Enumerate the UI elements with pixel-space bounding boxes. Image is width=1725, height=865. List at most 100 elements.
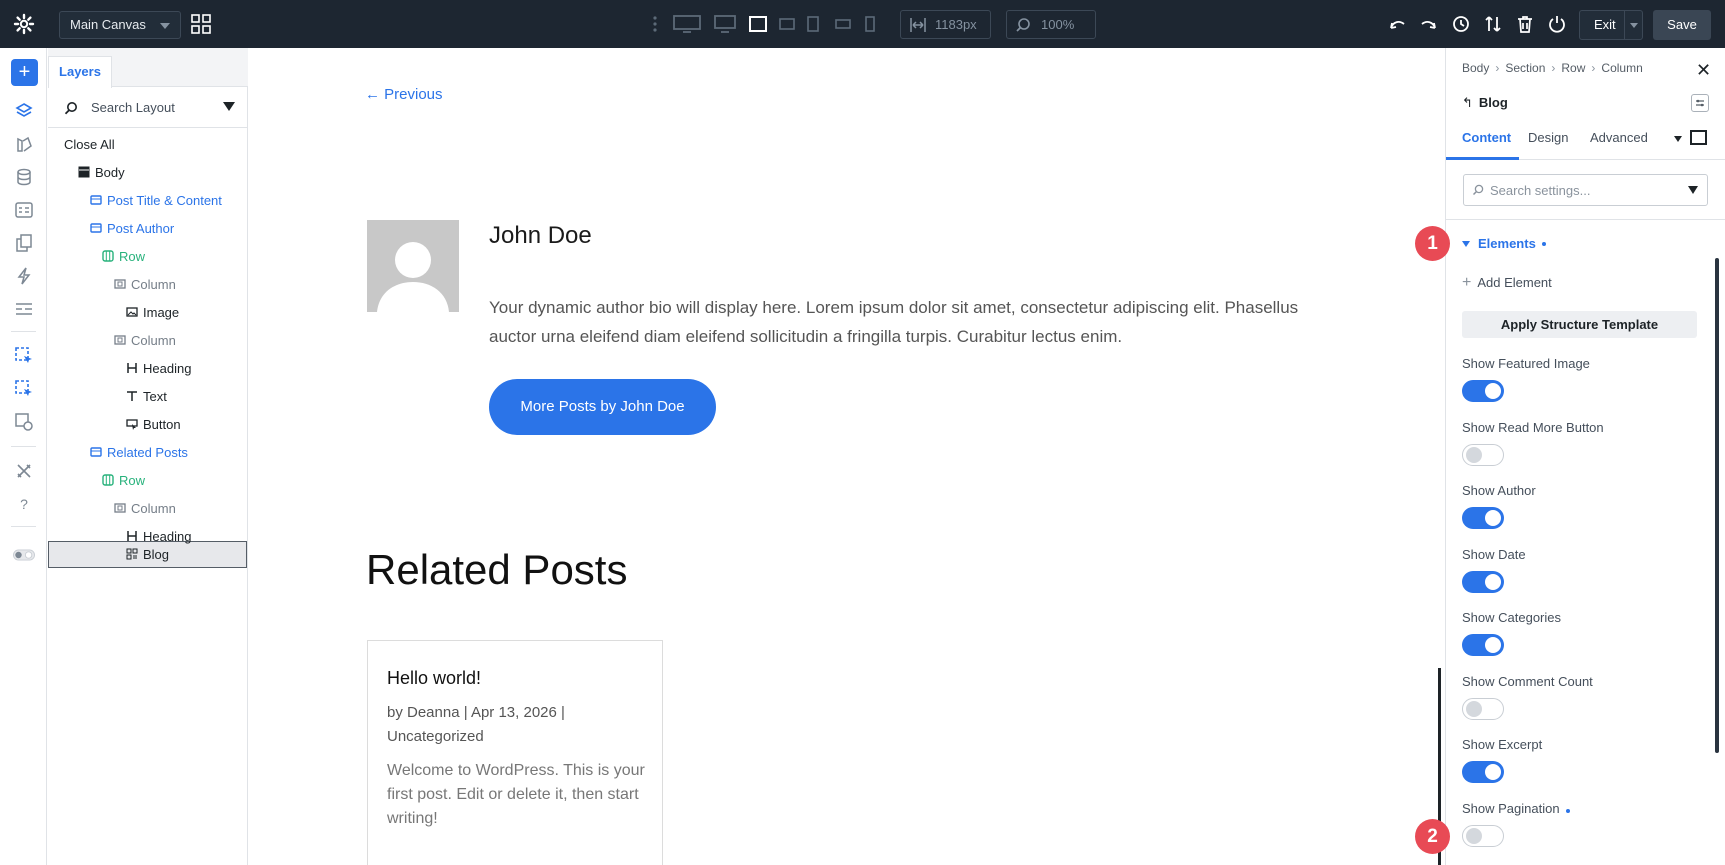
add-element-button[interactable]: + Add Element — [1462, 274, 1552, 292]
close-all-button[interactable]: Close All — [64, 133, 115, 155]
tablet-icon[interactable] — [806, 12, 820, 36]
toggle-label-text: Show Comment Count — [1462, 673, 1593, 689]
layer-body[interactable]: Body — [78, 161, 125, 183]
toggle-switch[interactable] — [1462, 443, 1504, 466]
layers-icon[interactable] — [13, 100, 35, 122]
tab-content[interactable]: Content — [1462, 130, 1511, 145]
tab-design[interactable]: Design — [1528, 130, 1568, 145]
preview-icon[interactable] — [13, 411, 35, 433]
canvas-select[interactable]: Main Canvas — [59, 11, 181, 39]
toggle-switch[interactable] — [1462, 697, 1504, 720]
grid-icon[interactable] — [191, 14, 211, 34]
toggle-label-text: Show Date — [1462, 546, 1526, 562]
history-icon[interactable] — [1450, 12, 1472, 36]
chevron-right-icon: › — [1551, 61, 1556, 75]
expand-panel-icon[interactable] — [1690, 130, 1707, 145]
post-meta: by Deanna | Apr 13, 2026 | Uncategorized — [387, 704, 565, 745]
breadcrumb-item[interactable]: Body — [1462, 61, 1489, 75]
click-select-alt-icon[interactable] — [13, 378, 35, 400]
layer-image[interactable]: Image — [126, 301, 179, 323]
exit-dropdown-icon[interactable] — [1624, 11, 1642, 39]
layer-row[interactable]: Row — [102, 245, 145, 267]
layer-column[interactable]: Column — [114, 329, 176, 351]
toggle-switch[interactable] — [1462, 507, 1504, 529]
toggle-switch[interactable] — [1462, 380, 1504, 402]
toggle-label: Show Comment Count — [1462, 674, 1593, 689]
phone-icon[interactable] — [864, 12, 876, 36]
layer-heading[interactable]: Heading — [126, 357, 191, 379]
help-icon[interactable]: ? — [13, 493, 35, 515]
breadcrumb-item[interactable]: Section — [1505, 61, 1545, 75]
search-icon — [1016, 18, 1030, 32]
layer-column[interactable]: Column — [114, 273, 176, 295]
layer-related-posts[interactable]: Related Posts — [90, 441, 188, 463]
gear-icon[interactable] — [12, 12, 36, 36]
desktop-icon[interactable] — [713, 12, 737, 36]
tablet-landscape-icon[interactable] — [778, 12, 796, 36]
exit-button[interactable]: Exit — [1579, 10, 1643, 40]
post-title[interactable]: Hello world! — [387, 668, 481, 689]
phone-landscape-icon[interactable] — [834, 12, 852, 36]
chevron-right-icon: › — [1591, 61, 1596, 75]
toggle-label-text: Show Excerpt — [1462, 737, 1543, 752]
previous-link[interactable]: ← Previous — [365, 86, 443, 103]
canvas-width-value: 1183px — [935, 17, 977, 32]
layer-row[interactable]: Row — [102, 469, 145, 491]
sort-arrows-icon[interactable] — [1482, 12, 1504, 36]
filter-icon[interactable] — [223, 102, 235, 111]
settings-search-input[interactable]: Search settings... — [1463, 174, 1708, 206]
layer-post-title-content[interactable]: Post Title & Content — [90, 189, 222, 211]
tab-advanced[interactable]: Advanced — [1590, 130, 1648, 145]
exit-label: Exit — [1594, 17, 1616, 32]
form-icon[interactable] — [13, 199, 35, 221]
breadcrumb-item[interactable]: Column — [1601, 61, 1642, 75]
canvas-active-icon[interactable] — [748, 12, 768, 36]
theme-styles-icon[interactable] — [13, 133, 35, 155]
settings-scrollbar[interactable] — [1715, 258, 1719, 753]
tab-layers[interactable]: Layers — [48, 56, 112, 88]
close-icon[interactable]: ✕ — [1696, 60, 1711, 81]
back-arrow-icon[interactable]: ↰ — [1462, 95, 1473, 110]
toggle-switch-icon[interactable] — [13, 544, 35, 566]
toggle-switch[interactable] — [1462, 570, 1504, 593]
settings-search-wrap: Search settings... — [1446, 161, 1725, 220]
blog-post-card[interactable]: Hello world! by Deanna | Apr 13, 2026 | … — [367, 640, 663, 865]
canvas-select-value: Main Canvas — [70, 17, 146, 32]
column-icon — [114, 335, 126, 345]
click-select-icon[interactable] — [13, 345, 35, 367]
desktop-wide-icon[interactable] — [672, 12, 702, 36]
more-vertical-icon[interactable] — [650, 12, 660, 36]
power-icon[interactable] — [1546, 12, 1568, 36]
add-module-button[interactable]: + — [11, 59, 38, 86]
chevron-down-icon[interactable] — [1674, 136, 1682, 142]
layer-text[interactable]: Text — [126, 385, 167, 407]
toggle-switch[interactable] — [1462, 824, 1504, 847]
module-options-icon[interactable] — [1691, 94, 1709, 112]
trash-icon[interactable] — [1514, 12, 1536, 36]
save-button[interactable]: Save — [1653, 10, 1711, 40]
pages-icon[interactable] — [13, 232, 35, 254]
toggle-label-text: Show Pagination — [1462, 800, 1560, 816]
layer-blog[interactable]: Blog — [126, 543, 169, 565]
toggle-knob — [1485, 383, 1501, 399]
redo-icon[interactable] — [1418, 12, 1440, 36]
layout-icon[interactable] — [13, 298, 35, 320]
database-icon[interactable] — [13, 166, 35, 188]
layers-search[interactable]: Search Layout — [48, 88, 248, 128]
layer-button[interactable]: Button — [126, 413, 181, 435]
breadcrumb-item[interactable]: Row — [1561, 61, 1585, 75]
layer-column[interactable]: Column — [114, 497, 176, 519]
layer-post-author[interactable]: Post Author — [90, 217, 174, 239]
elements-group-toggle[interactable]: Elements — [1462, 236, 1546, 251]
lightning-icon[interactable] — [13, 265, 35, 287]
apply-structure-template-button[interactable]: Apply Structure Template — [1462, 311, 1697, 338]
filter-icon[interactable] — [1688, 186, 1698, 194]
undo-icon[interactable] — [1386, 12, 1408, 36]
canvas-width-field[interactable]: 1183px — [900, 10, 991, 39]
more-posts-button[interactable]: More Posts by John Doe — [489, 379, 716, 435]
tools-icon[interactable] — [13, 460, 35, 482]
zoom-field[interactable]: 100% — [1006, 10, 1096, 39]
toggle-switch[interactable] — [1462, 634, 1504, 656]
rail-divider — [11, 331, 36, 332]
toggle-switch[interactable] — [1462, 761, 1504, 783]
